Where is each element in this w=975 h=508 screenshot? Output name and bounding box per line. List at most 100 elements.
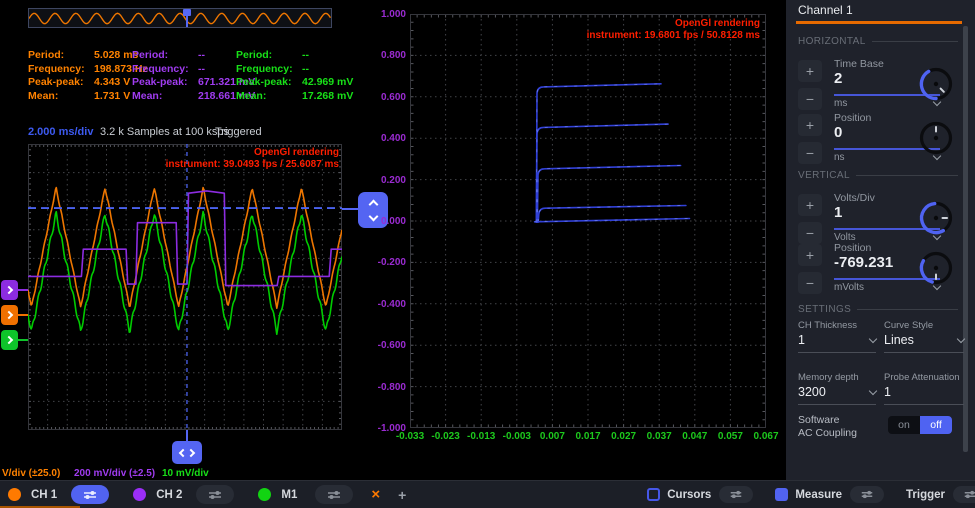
ac-coupling-label: Software AC Coupling: [798, 414, 857, 440]
voltsdiv-knob[interactable]: [916, 198, 956, 238]
memory-depth-label: Memory depth: [798, 372, 859, 383]
channel-toolbar: CH 1 CH 2 M1 × + Cursors: [0, 480, 975, 508]
xy-curve-plot[interactable]: [410, 14, 766, 428]
measurement-value: --: [302, 50, 353, 62]
measure-label[interactable]: Measure: [795, 489, 842, 501]
timebase-increment-button[interactable]: +: [798, 60, 822, 82]
probe-attenuation-label: Probe Attenuation: [884, 372, 960, 383]
hposition-value[interactable]: 0: [834, 124, 842, 141]
ch-thickness-field: CH Thickness 1: [798, 320, 876, 360]
measurement-label: Frequency:: [132, 64, 198, 76]
xy-x-tick-label: 0.067: [744, 431, 788, 442]
ch1-settings-pill[interactable]: [71, 485, 109, 504]
ch1-tab[interactable]: CH 1: [31, 489, 57, 501]
curve-style-select[interactable]: Lines: [884, 333, 964, 347]
voltsdiv-increment-button[interactable]: +: [798, 194, 822, 216]
measurement-value: --: [302, 64, 353, 76]
timebase-label: Time Base: [834, 58, 884, 70]
ch1-marker-line: [18, 314, 28, 316]
ac-coupling-off-button[interactable]: off: [920, 416, 952, 434]
xy-y-tick-label: -0.600: [360, 340, 406, 351]
cursors-checkbox[interactable]: [647, 488, 660, 501]
xy-y-tick-label: 0.400: [360, 133, 406, 144]
measurement-column-m1: Period:--Frequency:--Peak-peak:42.969 mV…: [236, 50, 353, 102]
ch2-marker-line: [18, 289, 28, 291]
vposition-knob[interactable]: [916, 248, 956, 288]
measure-checkbox[interactable]: [775, 488, 788, 501]
sliders-icon: [729, 490, 743, 499]
measurement-label: Mean:: [28, 91, 94, 103]
section-horizontal: HORIZONTAL: [798, 36, 958, 47]
hposition-decrement-button[interactable]: −: [798, 142, 822, 164]
ch2-tab[interactable]: CH 2: [156, 489, 182, 501]
xy-y-tick-label: -0.800: [360, 382, 406, 393]
measurement-label: Period:: [236, 50, 302, 62]
panel-accent-rule: [796, 21, 962, 24]
sliders-icon: [326, 490, 342, 500]
timebase-decrement-button[interactable]: −: [798, 88, 822, 110]
voltsdiv-label: Volts/Div: [834, 192, 875, 204]
memory-depth-select[interactable]: 3200: [798, 385, 876, 399]
curve-style-field: Curve Style Lines: [884, 320, 964, 360]
chevron-down-icon: [869, 334, 877, 342]
timebase-control: + − Time Base 2 ms: [798, 58, 966, 112]
measurement-label: Mean:: [236, 91, 302, 103]
oscilloscope-canvas[interactable]: [28, 144, 342, 430]
cursors-settings-pill[interactable]: [719, 486, 753, 503]
vposition-decrement-button[interactable]: −: [798, 272, 822, 294]
vposition-increment-button[interactable]: +: [798, 244, 822, 266]
sliders-icon: [860, 490, 874, 499]
acquisition-preview-strip[interactable]: [28, 8, 332, 28]
ch2-reference-marker[interactable]: [1, 280, 18, 300]
hposition-label: Position: [834, 112, 871, 124]
trigger-label[interactable]: Trigger: [906, 489, 945, 501]
add-channel-button[interactable]: +: [398, 487, 406, 503]
measurement-label: Frequency:: [28, 64, 94, 76]
preview-position-marker-head[interactable]: [183, 9, 191, 16]
m1-tab[interactable]: M1: [281, 489, 297, 501]
timebase-value[interactable]: 2: [834, 70, 842, 87]
measure-settings-pill[interactable]: [850, 486, 884, 503]
voltsdiv-value[interactable]: 1: [834, 204, 842, 221]
ch2-color-dot[interactable]: [133, 488, 146, 501]
measurement-label: Frequency:: [236, 64, 302, 76]
vposition-value[interactable]: -769.231: [834, 254, 893, 271]
xy-y-tick-label: -0.200: [360, 257, 406, 268]
trigger-settings-pill[interactable]: [953, 486, 975, 503]
xy-y-tick-label: 0.000: [360, 216, 406, 227]
ch-thickness-select[interactable]: 1: [798, 333, 876, 347]
trigger-position-handle[interactable]: [172, 441, 202, 464]
timebase-knob[interactable]: [916, 64, 956, 104]
field-underline: [884, 352, 964, 353]
probe-attenuation-input[interactable]: 1: [884, 385, 964, 399]
ch1-color-dot[interactable]: [8, 488, 21, 501]
memory-depth-field: Memory depth 3200: [798, 372, 876, 412]
ch2-settings-pill[interactable]: [196, 485, 234, 504]
xy-y-tick-label: 0.200: [360, 175, 406, 186]
chevron-right-icon: [4, 286, 12, 294]
cursors-label[interactable]: Cursors: [667, 489, 711, 501]
hposition-knob[interactable]: [916, 118, 956, 158]
xy-y-tick-label: 0.600: [360, 92, 406, 103]
measurement-value: 42.969 mV: [302, 77, 353, 89]
field-underline: [798, 352, 876, 353]
oscilloscope-app: Period:5.028 msFrequency:198.873 HzPeak-…: [0, 0, 975, 508]
m1-marker-line: [18, 339, 28, 341]
field-underline: [884, 404, 964, 405]
hposition-increment-button[interactable]: +: [798, 114, 822, 136]
measurement-label: Period:: [132, 50, 198, 62]
ch1-reference-marker[interactable]: [1, 305, 18, 325]
ch2-scale-label: 200 mV/div (±2.5): [74, 468, 155, 479]
ac-coupling-on-button[interactable]: on: [888, 416, 920, 434]
probe-attenuation-field: Probe Attenuation 1: [884, 372, 964, 412]
m1-reference-marker[interactable]: [1, 330, 18, 350]
xy-y-tick-label: 0.800: [360, 50, 406, 61]
chevron-down-icon: [869, 386, 877, 394]
oscilloscope-plot[interactable]: OpenGl rendering instrument: 39.0493 fps…: [28, 144, 342, 430]
m1-color-dot[interactable]: [258, 488, 271, 501]
voltsdiv-decrement-button[interactable]: −: [798, 222, 822, 244]
close-channel-button[interactable]: ×: [371, 487, 380, 502]
m1-scale-label: 10 mV/div: [162, 468, 209, 479]
opengl-fps-readout: OpenGl rendering instrument: 39.0493 fps…: [166, 147, 339, 171]
m1-settings-pill[interactable]: [315, 485, 353, 504]
